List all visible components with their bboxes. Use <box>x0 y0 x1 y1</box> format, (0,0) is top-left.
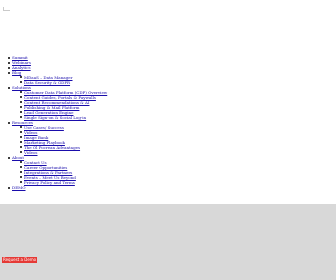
about-submenu: Contact Us Career Opportunities Integrat… <box>19 160 336 185</box>
logo-icon[interactable] <box>3 7 10 11</box>
hero-banner <box>0 204 336 280</box>
page: Summit Webinars Analytics Blog MDaaS – D… <box>0 0 336 280</box>
resources-submenu: Use Cases/ Success Videos Image Bank Mar… <box>19 125 336 155</box>
nav-item-blog: Blog MDaaS – Data Manager Data Security … <box>0 70 336 85</box>
solutions-submenu: Customer Data Platform (CDP) Overview Co… <box>19 90 336 120</box>
nav-item-solutions: Solutions Customer Data Platform (CDP) O… <box>0 85 336 120</box>
request-demo-button[interactable]: Request a Demo <box>2 257 38 263</box>
nav-list: Summit Webinars Analytics Blog MDaaS – D… <box>0 55 336 190</box>
nav-item-demo: DEMO <box>0 185 336 190</box>
nav-item-about: About Contact Us Career Opportunities In… <box>0 155 336 185</box>
nav-item-resources: Resources Use Cases/ Success Videos Imag… <box>0 120 336 155</box>
main-navigation: Summit Webinars Analytics Blog MDaaS – D… <box>0 55 336 190</box>
blog-submenu: MDaaS – Data Manager Data Security & GDP… <box>19 75 336 85</box>
nav-link-demo[interactable]: DEMO <box>12 185 26 190</box>
